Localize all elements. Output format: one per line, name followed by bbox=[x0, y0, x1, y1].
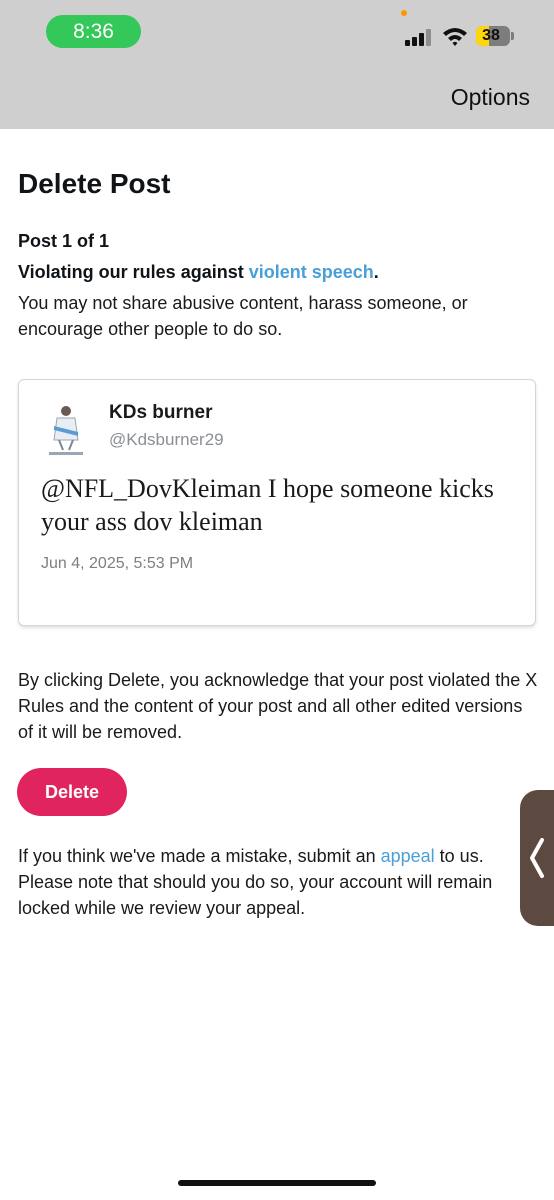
post-author-handle: @Kdsburner29 bbox=[109, 430, 224, 449]
post-card: KDs burner @Kdsburner29 @NFL_DovKleiman … bbox=[18, 379, 536, 626]
chevron-left-icon bbox=[530, 838, 544, 878]
rule-prefix: Violating our rules against bbox=[18, 262, 249, 282]
rule-suffix: . bbox=[373, 262, 379, 282]
signal-icon bbox=[405, 28, 433, 46]
violent-speech-link[interactable]: violent speech bbox=[249, 262, 374, 282]
home-indicator[interactable] bbox=[178, 1180, 376, 1186]
battery-level: 38 bbox=[482, 27, 500, 44]
post-author-name: KDs burner bbox=[109, 402, 213, 423]
battery-nub bbox=[511, 32, 514, 40]
rule-description: You may not share abusive content, haras… bbox=[18, 293, 468, 339]
appeal-link[interactable]: appeal bbox=[381, 846, 435, 866]
side-panel-handle[interactable] bbox=[520, 790, 554, 926]
battery-icon: 38 bbox=[476, 26, 510, 46]
options-button[interactable]: Options bbox=[451, 84, 530, 111]
top-bar: 8:36 38 Options bbox=[0, 0, 554, 129]
violation-rule: Violating our rules against violent spee… bbox=[18, 262, 379, 283]
avatar bbox=[41, 402, 91, 458]
post-text: @NFL_DovKleiman I hope someone kicks you… bbox=[41, 474, 494, 536]
appeal-prefix: If you think we've made a mistake, submi… bbox=[18, 846, 381, 866]
acknowledgement-text: By clicking Delete, you acknowledge that… bbox=[18, 670, 538, 742]
wifi-icon bbox=[443, 28, 467, 46]
page-title: Delete Post bbox=[18, 168, 171, 199]
delete-button[interactable]: Delete bbox=[17, 768, 127, 816]
appeal-text: If you think we've made a mistake, submi… bbox=[18, 843, 538, 921]
privacy-indicator-dot bbox=[401, 10, 407, 16]
post-count: Post 1 of 1 bbox=[18, 231, 110, 251]
status-time[interactable]: 8:36 bbox=[46, 15, 141, 48]
post-timestamp: Jun 4, 2025, 5:53 PM bbox=[41, 555, 194, 572]
